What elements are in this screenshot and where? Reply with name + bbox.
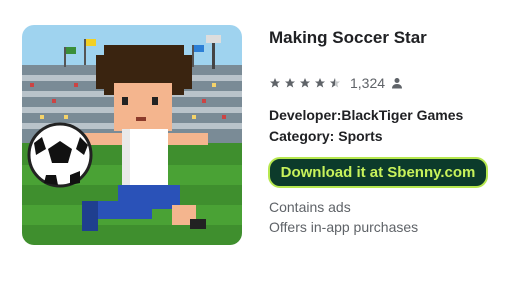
person-icon (392, 78, 403, 89)
developer-line: Developer:BlackTiger Games (269, 107, 464, 123)
contains-ads-note: Contains ads (269, 199, 351, 215)
category-line: Category: Sports (269, 128, 383, 144)
star-icon (285, 78, 295, 88)
rating-row: 1,324 (269, 75, 403, 91)
download-button-label: Download it at Sbenny.com (280, 164, 476, 181)
soccer-player-illustration (22, 25, 242, 245)
half-star-icon (330, 78, 340, 88)
star-icon (315, 78, 325, 88)
app-icon[interactable] (22, 25, 242, 245)
app-title: Making Soccer Star (269, 28, 427, 47)
rating-count: 1,324 (350, 75, 386, 91)
star-icon (270, 78, 280, 88)
star-icon (300, 78, 310, 88)
in-app-purchases-note: Offers in-app purchases (269, 219, 419, 235)
download-button[interactable]: Download it at Sbenny.com (268, 157, 488, 188)
